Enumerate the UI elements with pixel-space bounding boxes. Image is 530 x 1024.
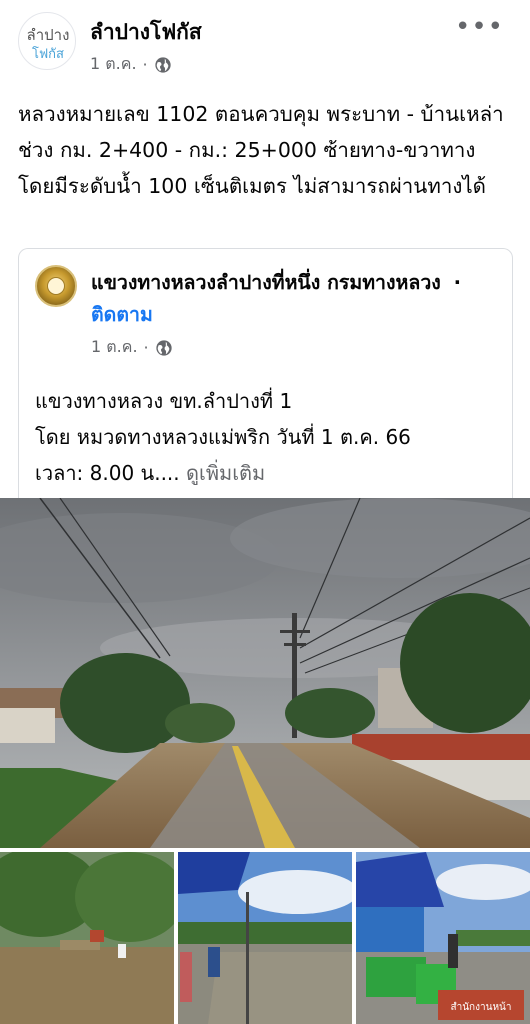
thumbnail-photo-2[interactable] — [178, 852, 352, 1024]
checkpoint-tent-image: สำนักงานหน้า — [356, 852, 530, 1024]
follow-button[interactable]: ติดตาม — [91, 303, 153, 326]
avatar-logo-line2: โฟกัส — [32, 47, 64, 62]
post-header: ลำปาง โฟกัส ลำปางโฟกัส 1 ต.ค. · ••• — [0, 0, 530, 92]
globe-icon — [155, 339, 172, 356]
page-name-link[interactable]: ลำปางโฟกัส — [90, 16, 202, 49]
main-photo-flooded-road[interactable] — [0, 498, 530, 848]
name-dot: · — [453, 271, 462, 294]
shared-text-line-3: เวลา: 8.00 น.... ดูเพิ่มเติม — [35, 455, 505, 491]
shared-text-time: เวลา: 8.00 น.... — [35, 461, 180, 485]
flooded-street-image — [0, 852, 174, 1024]
thumbnail-photo-1[interactable] — [0, 852, 174, 1024]
post-body-text: หลวงหมายเลข 1102 ตอนควบคุม พระบาท - บ้าน… — [18, 102, 504, 198]
shared-page-name-link[interactable]: แขวงทางหลวงลำปางที่หนึ่ง กรมทางหลวง — [91, 271, 441, 294]
thumbnail-photo-3[interactable]: สำนักงานหน้า — [356, 852, 530, 1024]
seal-emblem-icon — [47, 277, 65, 295]
shared-page-avatar[interactable] — [35, 265, 77, 307]
more-options-icon[interactable]: ••• — [455, 12, 504, 42]
flood-people-image — [178, 852, 352, 1024]
globe-icon — [154, 56, 171, 73]
sign-text: สำนักงานหน้า — [451, 1001, 512, 1013]
shared-post-date[interactable]: 1 ต.ค. — [91, 335, 138, 360]
see-more-link[interactable]: ดูเพิ่มเติม — [186, 461, 265, 485]
shared-post-text: แขวงทางหลวง ขท.ลำปางที่ 1 โดย หมวดทางหลว… — [35, 383, 505, 491]
shared-meta-separator: · — [143, 338, 149, 357]
shared-page-name: แขวงทางหลวงลำปางที่หนึ่ง กรมทางหลวง · ติ… — [91, 267, 491, 331]
meta-separator: · — [142, 55, 148, 74]
shared-text-line-1: แขวงทางหลวง ขท.ลำปางที่ 1 — [35, 389, 293, 413]
post-date[interactable]: 1 ต.ค. — [90, 52, 137, 77]
flooded-road-image — [0, 498, 530, 848]
shared-text-line-2: โดย หมวดทางหลวงแม่พริก วันที่ 1 ต.ค. 66 — [35, 425, 411, 449]
page-avatar[interactable]: ลำปาง โฟกัส — [18, 12, 76, 70]
shared-post-meta: 1 ต.ค. · — [91, 335, 173, 360]
shared-post-card[interactable]: แขวงทางหลวงลำปางที่หนึ่ง กรมทางหลวง · ติ… — [18, 248, 513, 498]
post-meta: 1 ต.ค. · — [90, 52, 172, 77]
